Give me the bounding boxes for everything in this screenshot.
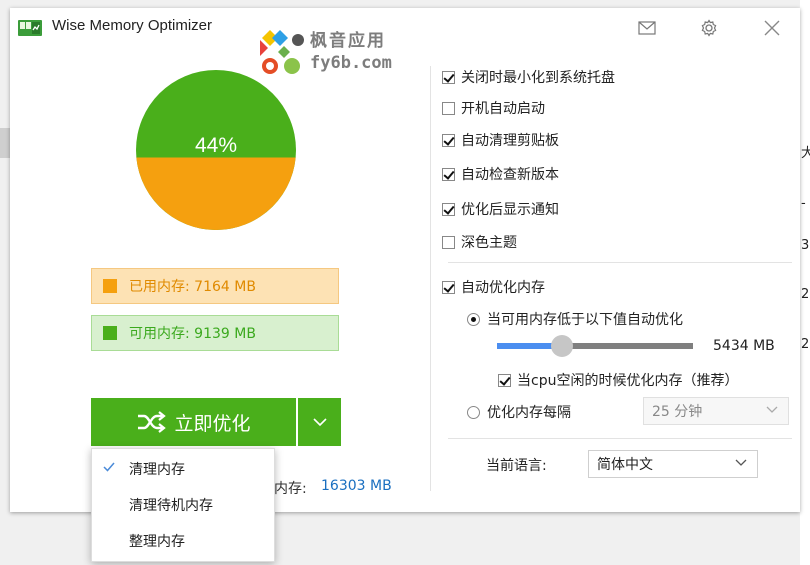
menu-item-label: 清理内存 — [129, 462, 185, 478]
checkbox-box[interactable] — [442, 101, 455, 115]
radio-label: 当可用内存低于以下值自动优化 — [487, 312, 683, 328]
interval-radio[interactable]: 优化内存每隔 — [467, 402, 571, 422]
checkbox-label: 关闭时最小化到系统托盘 — [461, 70, 615, 86]
checkbox-label: 开机自动启动 — [461, 101, 545, 117]
checkbox-label: 自动优化内存 — [461, 280, 545, 296]
background-window — [800, 0, 810, 565]
language-select[interactable]: 简体中文 — [588, 450, 758, 478]
checkbox-box[interactable] — [442, 167, 455, 181]
used-memory-legend: 已用内存: 7164 MB — [91, 268, 339, 304]
checkbox-label: 优化后显示通知 — [461, 202, 559, 218]
close-icon — [764, 20, 780, 36]
minimize-to-tray-checkbox[interactable]: 关闭时最小化到系统托盘 — [442, 67, 615, 87]
threshold-value: 5434 MB — [713, 338, 775, 354]
auto-optimize-checkbox[interactable]: 自动优化内存 — [442, 277, 545, 297]
checkbox-box[interactable] — [498, 373, 511, 387]
settings-divider — [448, 438, 792, 439]
dark-theme-checkbox[interactable]: 深色主题 — [442, 232, 517, 252]
vertical-divider — [430, 66, 431, 491]
feedback-button[interactable] — [633, 16, 661, 40]
menu-item-defrag-memory[interactable]: 整理内存 — [92, 523, 274, 559]
chevron-down-icon — [735, 459, 747, 466]
title-bar: Wise Memory Optimizer 枫音应用 fy6b.com — [10, 8, 800, 74]
chevron-down-icon — [766, 406, 778, 413]
checkbox-label: 自动检查新版本 — [461, 167, 559, 183]
clear-clipboard-checkbox[interactable]: 自动清理剪贴板 — [442, 130, 559, 150]
used-color-swatch — [103, 279, 117, 293]
app-window: Wise Memory Optimizer 枫音应用 fy6b.com 44% … — [10, 8, 800, 512]
show-notification-checkbox[interactable]: 优化后显示通知 — [442, 199, 559, 219]
watermark-url: fy6b.com — [310, 53, 392, 73]
menu-item-label: 清理待机内存 — [129, 498, 213, 514]
checkbox-box[interactable] — [442, 280, 455, 294]
close-button[interactable] — [758, 16, 786, 40]
language-value: 简体中文 — [597, 457, 653, 473]
radio-button[interactable] — [467, 405, 480, 419]
app-logo-icon — [18, 20, 42, 36]
menu-item-label: 整理内存 — [129, 534, 185, 550]
settings-button[interactable] — [695, 16, 723, 40]
checkbox-label: 自动清理剪贴板 — [461, 133, 559, 149]
threshold-slider[interactable] — [497, 335, 693, 357]
free-memory-legend: 可用内存: 9139 MB — [91, 315, 339, 351]
settings-divider — [448, 262, 792, 263]
background-text: 2 — [801, 337, 810, 352]
background-text: 3 — [801, 238, 810, 253]
memory-percent: 44% — [195, 134, 237, 157]
language-label: 当前语言: — [486, 458, 547, 474]
gear-icon — [701, 19, 717, 37]
checkbox-label: 深色主题 — [461, 235, 517, 251]
background-window-left — [0, 128, 10, 158]
background-text: - — [801, 196, 806, 211]
slider-thumb[interactable] — [550, 335, 573, 357]
mail-icon — [638, 21, 656, 35]
start-on-boot-checkbox[interactable]: 开机自动启动 — [442, 98, 545, 118]
interval-value: 25 分钟 — [652, 404, 703, 420]
menu-item-clean-standby[interactable]: 清理待机内存 — [92, 487, 274, 523]
used-memory-label: 已用内存: 7164 MB — [129, 279, 256, 295]
optimize-now-button[interactable]: 立即优化 — [91, 398, 296, 446]
checkbox-box[interactable] — [442, 70, 455, 84]
background-text: 2 — [801, 287, 810, 302]
optimize-now-label: 立即优化 — [174, 412, 251, 435]
free-color-swatch — [103, 326, 117, 340]
optimize-options-menu: 清理内存 清理待机内存 整理内存 — [91, 448, 275, 562]
free-memory-label: 可用内存: 9139 MB — [129, 326, 256, 342]
cpu-idle-checkbox[interactable]: 当cpu空闲的时候优化内存（推荐） — [498, 370, 738, 390]
checkbox-box[interactable] — [442, 202, 455, 216]
memory-usage-pie: 44% — [136, 70, 296, 230]
background-text: 大 — [801, 146, 810, 161]
checkbox-box[interactable] — [442, 235, 455, 249]
threshold-radio[interactable]: 当可用内存低于以下值自动优化 — [467, 309, 683, 329]
optimize-options-dropdown[interactable] — [298, 398, 341, 446]
checkbox-box[interactable] — [442, 133, 455, 147]
checkbox-label: 当cpu空闲的时候优化内存（推荐） — [517, 373, 739, 389]
pie-used-slice — [136, 157, 296, 230]
chevron-down-icon — [312, 417, 327, 426]
total-memory-label: 内存: — [274, 481, 307, 497]
radio-label: 优化内存每隔 — [487, 405, 571, 421]
watermark-text: 枫音应用 — [310, 31, 386, 51]
total-memory-value: 16303 MB — [321, 478, 392, 494]
shuffle-icon — [138, 411, 167, 433]
menu-item-clean-memory[interactable]: 清理内存 — [92, 451, 274, 487]
app-title: Wise Memory Optimizer — [52, 17, 213, 34]
check-icon — [103, 462, 115, 472]
check-updates-checkbox[interactable]: 自动检查新版本 — [442, 164, 559, 184]
interval-select[interactable]: 25 分钟 — [643, 397, 789, 425]
radio-button[interactable] — [467, 312, 480, 326]
